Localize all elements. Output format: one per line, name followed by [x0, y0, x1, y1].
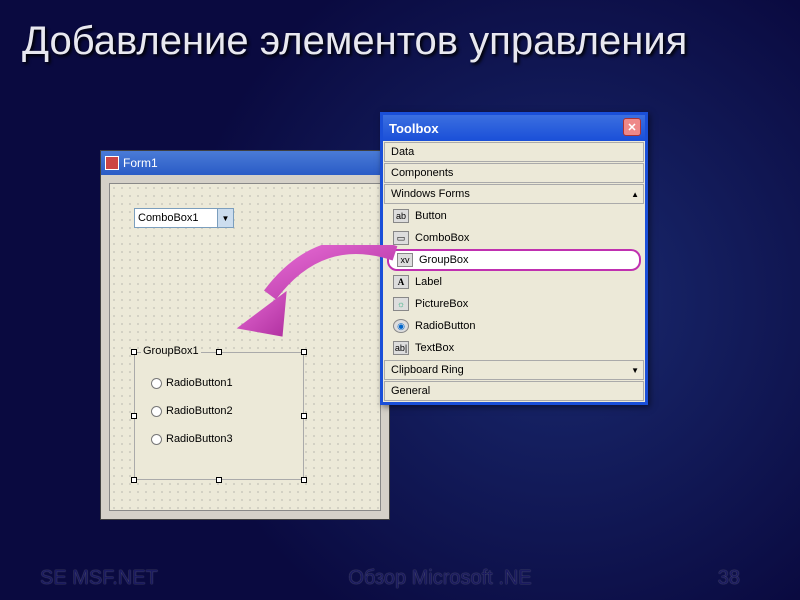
form-titlebar[interactable]: Form1	[101, 151, 389, 175]
scroll-up-icon[interactable]: ▲	[631, 190, 639, 199]
radiobutton-icon: ◉	[393, 319, 409, 333]
groupbox-legend: GroupBox1	[141, 345, 201, 357]
footer-left: SE MSF.NET	[0, 567, 200, 590]
close-icon[interactable]: ✕	[623, 118, 641, 136]
form-designer-window: Form1 ComboBox1 ▼ GroupBox1 RadioButton1…	[100, 150, 390, 520]
toolbox-item-label: GroupBox	[419, 254, 469, 266]
picturebox-icon: ☼	[393, 297, 409, 311]
toolbox-section-winforms[interactable]: Windows Forms ▲	[384, 184, 644, 204]
toolbox-item-label: Button	[415, 210, 447, 222]
section-label: Clipboard Ring	[391, 364, 464, 376]
toolbox-item-textbox[interactable]: ab| TextBox	[385, 337, 643, 359]
button-icon: ab	[393, 209, 409, 223]
dropdown-arrow-icon[interactable]: ▼	[217, 209, 233, 227]
radio-dot-icon	[151, 434, 162, 445]
toolbox-item-label[interactable]: A Label	[385, 271, 643, 293]
toolbox-item-radiobutton[interactable]: ◉ RadioButton	[385, 315, 643, 337]
toolbox-item-label: PictureBox	[415, 298, 468, 310]
footer-center: Обзор Microsoft .NE	[200, 567, 680, 590]
slide-footer: SE MSF.NET Обзор Microsoft .NE 38	[0, 567, 800, 590]
toolbox-section-components[interactable]: Components	[384, 163, 644, 183]
toolbox-section-general[interactable]: General	[384, 381, 644, 401]
resize-handle[interactable]	[301, 413, 307, 419]
toolbox-item-label: RadioButton	[415, 320, 476, 332]
groupbox-icon: xv	[397, 253, 413, 267]
combobox-control[interactable]: ComboBox1 ▼	[134, 208, 234, 228]
textbox-icon: ab|	[393, 341, 409, 355]
radiobutton-control[interactable]: RadioButton3	[151, 433, 233, 445]
resize-handle[interactable]	[131, 349, 137, 355]
toolbox-item-button[interactable]: ab Button	[385, 205, 643, 227]
radio-dot-icon	[151, 378, 162, 389]
resize-handle[interactable]	[216, 477, 222, 483]
radiobutton-control[interactable]: RadioButton2	[151, 405, 233, 417]
toolbox-window: Toolbox ✕ Data Components Windows Forms …	[380, 112, 648, 405]
resize-handle[interactable]	[301, 477, 307, 483]
toolbox-item-groupbox[interactable]: xv GroupBox	[387, 249, 641, 271]
footer-page-number: 38	[680, 567, 800, 590]
toolbox-section-data[interactable]: Data	[384, 142, 644, 162]
resize-handle[interactable]	[216, 349, 222, 355]
toolbox-item-label: ComboBox	[415, 232, 469, 244]
scroll-down-icon[interactable]: ▼	[631, 366, 639, 375]
section-label: Windows Forms	[391, 188, 470, 200]
toolbox-item-combobox[interactable]: ▭ ComboBox	[385, 227, 643, 249]
form-icon	[105, 156, 119, 170]
resize-handle[interactable]	[131, 477, 137, 483]
radio-label: RadioButton2	[166, 405, 233, 417]
groupbox-control[interactable]: GroupBox1 RadioButton1 RadioButton2 Radi…	[134, 352, 304, 480]
slide-title: Добавление элементов управления	[22, 18, 687, 64]
radiobutton-control[interactable]: RadioButton1	[151, 377, 233, 389]
label-icon: A	[393, 275, 409, 289]
radio-label: RadioButton1	[166, 377, 233, 389]
toolbox-titlebar[interactable]: Toolbox ✕	[383, 115, 645, 141]
radio-label: RadioButton3	[166, 433, 233, 445]
design-surface[interactable]: ComboBox1 ▼ GroupBox1 RadioButton1 Radio…	[109, 183, 381, 511]
toolbox-title-text: Toolbox	[389, 121, 439, 136]
toolbox-item-label: TextBox	[415, 342, 454, 354]
radio-dot-icon	[151, 406, 162, 417]
form-title-text: Form1	[123, 156, 158, 170]
combobox-icon: ▭	[393, 231, 409, 245]
resize-handle[interactable]	[301, 349, 307, 355]
resize-handle[interactable]	[131, 413, 137, 419]
combobox-text: ComboBox1	[138, 212, 199, 224]
toolbox-item-label: Label	[415, 276, 442, 288]
toolbox-section-clipboard[interactable]: Clipboard Ring ▼	[384, 360, 644, 380]
toolbox-item-picturebox[interactable]: ☼ PictureBox	[385, 293, 643, 315]
